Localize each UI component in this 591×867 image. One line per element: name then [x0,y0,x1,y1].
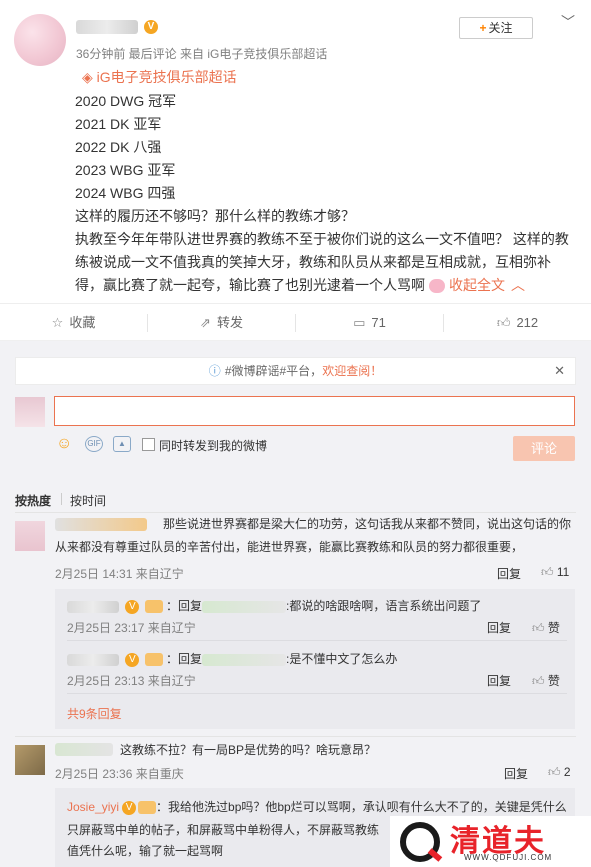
star-icon: ☆ [51,315,64,330]
reply-button[interactable]: 回复 [487,619,511,636]
reply-author[interactable] [67,653,119,666]
comment-text: 那些说进世界赛都是梁大仁的功劳，这句话我从来都不赞同，说出这句话的你从来都没有尊… [55,517,572,554]
reply-target[interactable] [202,653,287,666]
like-button[interactable]: 👍︎ 212 [444,304,591,342]
repost-icon: ⇗ [200,315,211,330]
more-replies-link[interactable]: 共9条回复 [67,705,122,722]
chevron-up-icon[interactable]: ︿ [511,277,525,293]
post-line: 2020 DWG 冠军 [75,93,177,109]
divider [15,736,576,737]
post-line: 2022 DK 八强 [75,139,162,155]
thumbs-up-icon: 👍︎ [548,765,561,779]
favorite-button[interactable]: ☆ 收藏 [0,304,147,342]
sort-by-time-tab[interactable]: 按时间 [70,492,106,509]
fan-badge-icon [144,600,163,614]
fan-badge-icon [144,653,163,667]
topic-tag-link[interactable]: ◈ iG电子竞技俱乐部超话 [82,67,237,87]
reply-target[interactable] [202,600,287,613]
reply-item: V ：回复:是不懂中文了怎么办 [67,650,567,667]
fan-badge-icon [138,801,157,815]
image-icon[interactable]: ▲ [113,436,131,452]
verified-badge-icon: V [122,800,137,815]
emoji-icon[interactable]: ☺ [56,435,72,453]
close-icon[interactable]: ✕ [554,358,565,384]
reply-time: 2月25日 23:17 来自辽宁 [67,621,196,635]
thumbs-up-icon: 👍︎ [532,621,545,635]
verified-badge-icon: V [144,20,158,35]
pig-emoji-icon [429,279,445,294]
reply-like-button[interactable]: 👍︎ 赞 [532,672,560,689]
comment-input[interactable] [54,396,575,426]
info-icon: ⓘ [208,364,221,378]
post-line: 2023 WBG 亚军 [75,162,176,178]
my-avatar[interactable] [15,397,45,427]
repost-checkbox-label[interactable]: 同时转发到我的微博 [159,437,267,454]
topic-icon: ◈ [82,69,93,85]
reply-button[interactable]: 回复 [487,672,511,689]
thumbs-up-icon: 👍︎ [532,674,545,688]
verified-badge-icon: V [125,599,140,614]
reply-button[interactable]: 回复 [497,565,521,582]
reply-author[interactable] [67,600,119,613]
reply-author[interactable]: Josie_yiyi [67,800,119,814]
author-name[interactable]: V [76,18,158,35]
submit-comment-button[interactable]: 评论 [513,436,575,461]
plus-icon: + [479,21,487,35]
verified-badge-icon: V [125,652,140,667]
post-paragraph: 执教至今年年带队进世界赛的教练不至于被你们说的这么一文不值吧？ 这样的教练被说成… [75,231,569,294]
reply-time: 2月25日 23:13 来自辽宁 [67,674,196,688]
comment-button[interactable]: ▭ 71 [296,304,443,342]
follow-button[interactable]: + 关注 [459,17,533,39]
thumbs-up-icon: 👍︎ [541,565,554,579]
comment-text: 这教练不拉？有一局BP是优势的吗？啥玩意昂？ [120,743,377,757]
comment-like-button[interactable]: 👍︎ 2 [548,765,571,780]
notice-bar: ⓘ #微博辟谣#平台，欢迎查阅！ ✕ [15,357,576,385]
comment-time: 2月25日 23:36 来自重庆 [55,767,184,781]
gif-icon[interactable]: GIF [85,436,103,452]
reply-text-continued: 值凭什么呢，输了就一起骂啊 [67,844,224,858]
watermark-logo: 清道夫 WWW.QDFUJI.COM [390,816,591,867]
commenter-name[interactable] [55,743,113,759]
comment-time: 2月25日 14:31 来自辽宁 [55,567,184,581]
comment-like-button[interactable]: 👍︎ 11 [541,565,569,580]
reply-item: V ：回复:都说的啥跟啥啊，语言系统出问题了 [67,597,567,614]
reply-like-button[interactable]: 👍︎ 赞 [532,619,560,636]
watermark-q-icon [400,822,440,862]
author-name-blurred[interactable] [76,20,138,35]
commenter-avatar[interactable] [15,745,45,775]
commenter-avatar[interactable] [15,521,45,551]
action-bar: ☆ 收藏 ⇗ 转发 ▭ 71 👍︎ 212 [0,303,591,341]
repost-checkbox[interactable] [142,438,155,451]
repost-button[interactable]: ⇗ 转发 [148,304,295,342]
comment-icon: ▭ [353,315,366,330]
divider [61,493,62,505]
divider [67,640,567,641]
post-line: 这样的履历还不够吗？那什么样的教练才够？ [75,208,355,224]
post-meta: 36分钟前 最后评论 来自 iG电子竞技俱乐部超话 [76,47,328,61]
post-line: 2024 WBG 四强 [75,185,176,201]
sort-by-hot-tab[interactable]: 按热度 [15,492,51,509]
reply-button[interactable]: 回复 [504,765,528,782]
divider [67,693,567,694]
post-line: 2021 DK 亚军 [75,116,162,132]
chevron-down-icon[interactable]: ﹀ [561,12,575,32]
thumbs-up-icon: 👍︎ [496,315,511,330]
author-avatar[interactable] [14,14,66,66]
collapse-link[interactable]: 收起全文 [449,277,505,293]
